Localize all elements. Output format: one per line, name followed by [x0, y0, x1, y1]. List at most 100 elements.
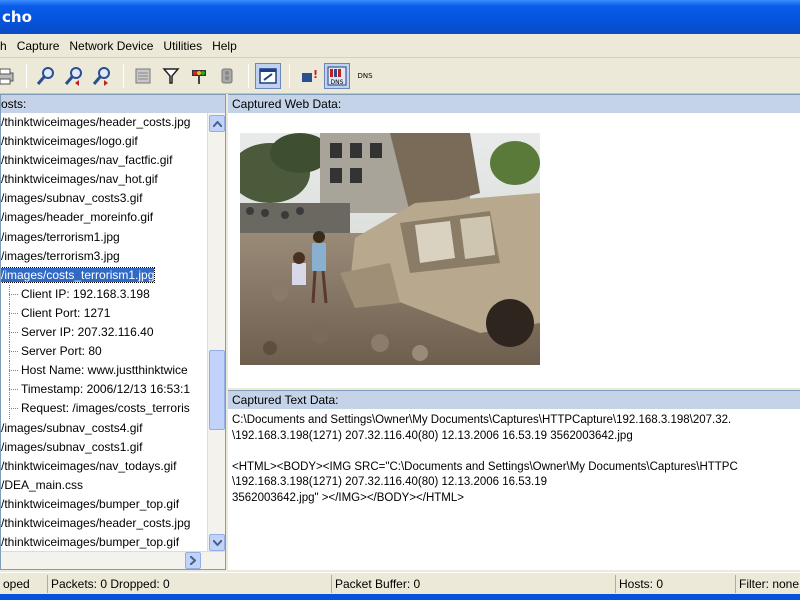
toolbar-separator [248, 63, 249, 88]
hosts-tree[interactable]: /thinktwiceimages/header_costs.jpg/think… [1, 113, 205, 553]
hosts-panel: osts: /thinktwiceimages/header_costs.jpg… [0, 94, 226, 570]
tree-item-label: Client Port: 1271 [21, 305, 111, 320]
tree-item-label: /DEA_main.css [1, 477, 84, 492]
tree-item[interactable]: /images/subnav_costs4.gif [1, 419, 205, 438]
capture-window-icon[interactable] [255, 62, 281, 89]
traffic-light-icon[interactable] [186, 63, 212, 89]
text-data-header: Captured Text Data: [228, 391, 800, 409]
tree-item[interactable]: /images/subnav_costs1.gif [1, 438, 205, 457]
search-next-icon[interactable] [89, 63, 115, 89]
tree-item[interactable]: /images/terrorism1.jpg [1, 228, 205, 247]
tree-item-label: Timestamp: 2006/12/13 16:53:1 [21, 382, 190, 397]
window-bottom-border [0, 594, 800, 600]
text-data-panel: Captured Text Data: C:\Documents and Set… [228, 390, 800, 570]
text-line: <HTML><BODY><IMG SRC="C:\Documents and S… [232, 460, 738, 473]
hosts-vertical-scrollbar[interactable] [207, 113, 225, 553]
text-line [232, 444, 796, 460]
hosts-horizontal-scrollbar[interactable] [1, 551, 225, 569]
scroll-right-icon[interactable] [185, 552, 201, 569]
toolbar-separator [123, 63, 124, 88]
tree-item-label: /thinktwiceimages/nav_factfic.gif [1, 153, 173, 168]
tree-detail-row[interactable]: Server IP: 207.32.116.40 [1, 323, 205, 343]
tree-item[interactable]: /images/header_moreinfo.gif [1, 208, 205, 227]
scroll-thumb[interactable] [209, 350, 225, 430]
printer-icon[interactable] [0, 63, 18, 89]
tree-item[interactable]: /thinktwiceimages/nav_todays.gif [1, 457, 205, 476]
tree-item[interactable]: /images/subnav_costs3.gif [1, 189, 205, 208]
tree-item-label: Client IP: 192.168.3.198 [21, 286, 150, 301]
tree-detail-row[interactable]: Request: /images/costs_terroris [1, 399, 205, 419]
tree-item-label: /thinktwiceimages/bumper_top.gif [1, 535, 180, 550]
tree-item-label: Request: /images/costs_terroris [21, 401, 190, 416]
tree-item-label: /thinktwiceimages/header_costs.jpg [1, 115, 191, 129]
menu-bar: h Capture Network Device Utilities Help [0, 34, 800, 58]
tree-item-label: /thinktwiceimages/header_costs.jpg [1, 515, 191, 530]
menu-utilities[interactable]: Utilities [158, 39, 207, 53]
text-line: C:\Documents and Settings\Owner\My Docum… [232, 414, 732, 426]
tree-item-label: /images/header_moreinfo.gif [1, 210, 154, 225]
text-line: \192.168.3.198(1271) 207.32.116.40(80) 1… [232, 429, 633, 442]
text-line: \192.168.3.198(1271) 207.32.116.40(80) 1… [232, 476, 548, 488]
svg-text:!: ! [313, 68, 318, 81]
menu-help[interactable]: Help [207, 39, 242, 53]
tree-item-label: /images/terrorism3.jpg [1, 248, 120, 263]
tree-item-label: /images/terrorism1.jpg [1, 229, 120, 244]
tree-item-label: /images/subnav_costs3.gif [1, 191, 143, 206]
web-data-header: Captured Web Data: [228, 95, 800, 113]
dns-label: DNS [330, 79, 344, 86]
tree-item-label: /images/subnav_costs4.gif [1, 420, 143, 435]
tree-detail-row[interactable]: Server Port: 80 [1, 342, 205, 362]
stop-light-icon[interactable] [214, 63, 240, 89]
tree-item[interactable]: /thinktwiceimages/header_costs.jpg [1, 514, 205, 533]
dns-text-icon[interactable]: DNS [352, 63, 378, 89]
tree-item-label: /thinktwiceimages/bumper_top.gif [1, 496, 180, 511]
tree-detail-row[interactable]: Host Name: www.justthinktwice [1, 361, 205, 381]
status-hosts: Hosts: 0 [616, 574, 736, 593]
tree-item-label: /thinktwiceimages/nav_hot.gif [1, 172, 158, 187]
alert-icon[interactable]: ! [296, 63, 322, 89]
tree-item[interactable]: /thinktwiceimages/bumper_top.gif [1, 533, 205, 552]
tree-item[interactable]: /images/terrorism3.jpg [1, 247, 205, 266]
menu-network-device[interactable]: Network Device [64, 39, 158, 53]
tree-item-label: Host Name: www.justthinktwice [21, 363, 188, 378]
text-line: 3562003642.jpg" ></IMG></BODY></HTML> [232, 491, 464, 504]
clear-icon[interactable] [130, 63, 156, 89]
web-data-panel: Captured Web Data: [228, 94, 800, 388]
filter-icon[interactable] [158, 63, 184, 89]
status-bar: oped Packets: 0 Dropped: 0 Packet Buffer… [0, 572, 800, 594]
tree-item[interactable]: /thinktwiceimages/nav_hot.gif [1, 170, 205, 189]
tree-item-label: /images/costs_terrorism1.jpg [1, 266, 156, 283]
tree-item[interactable]: /images/costs_terrorism1.jpg [1, 266, 205, 285]
toolbar-separator [289, 63, 290, 88]
hosts-header: osts: [1, 95, 225, 113]
tree-item-label: Server IP: 207.32.116.40 [21, 325, 154, 340]
dns-text-label: DNS [357, 71, 373, 80]
title-bar[interactable]: cho [0, 0, 800, 34]
dns-icon[interactable]: DNS [324, 62, 350, 89]
scroll-down-icon[interactable] [209, 534, 225, 551]
menu-file[interactable]: h [0, 39, 12, 53]
window-title: cho [2, 8, 32, 26]
toolbar-separator [26, 63, 27, 88]
search-previous-icon[interactable] [61, 63, 87, 89]
tree-detail-row[interactable]: Timestamp: 2006/12/13 16:53:1 [1, 380, 205, 400]
tree-detail-row[interactable]: Client Port: 1271 [1, 303, 205, 324]
captured-image [240, 133, 540, 365]
tree-item-label: /images/subnav_costs1.gif [1, 439, 143, 454]
status-state: oped [0, 574, 48, 593]
tree-item[interactable]: /DEA_main.css [1, 476, 205, 495]
tree-item[interactable]: /thinktwiceimages/bumper_top.gif [1, 495, 205, 514]
tree-detail-row[interactable]: Client IP: 192.168.3.198 [1, 284, 205, 305]
scroll-up-icon[interactable] [209, 115, 225, 132]
tree-item-label: /thinktwiceimages/nav_todays.gif [1, 458, 177, 473]
menu-capture[interactable]: Capture [12, 39, 65, 53]
tree-item-label: Server Port: 80 [21, 344, 102, 359]
status-packet-buffer: Packet Buffer: 0 [332, 574, 616, 593]
tree-item[interactable]: /thinktwiceimages/logo.gif [1, 132, 205, 151]
tree-item-label: /thinktwiceimages/logo.gif [1, 134, 138, 149]
captured-text[interactable]: C:\Documents and Settings\Owner\My Docum… [228, 409, 800, 510]
search-icon[interactable] [33, 63, 59, 89]
tree-item[interactable]: /thinktwiceimages/nav_factfic.gif [1, 151, 205, 170]
toolbar: ! DNS DNS [0, 58, 800, 94]
tree-item[interactable]: /thinktwiceimages/header_costs.jpg [1, 113, 205, 132]
